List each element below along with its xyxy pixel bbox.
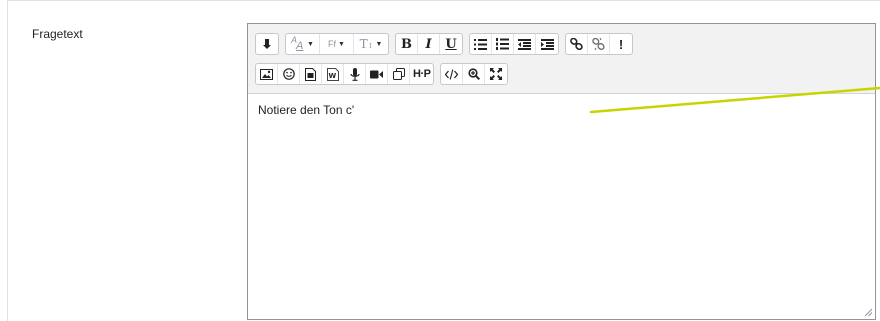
field-label-fragetext: Fragetext	[32, 27, 83, 41]
smiley-icon	[282, 68, 295, 80]
arrow-down-icon	[263, 39, 271, 49]
html-button[interactable]	[441, 64, 464, 84]
bullet-list-icon	[474, 38, 487, 50]
exclamation-button[interactable]: !	[610, 34, 632, 54]
zoom-button[interactable]	[463, 64, 486, 84]
toolbar-group-links: !	[565, 33, 633, 55]
numbered-list-icon	[496, 38, 509, 50]
font-family-button[interactable]: Ff ▼	[320, 34, 354, 54]
unlink-icon	[592, 38, 605, 50]
record-video-button[interactable]	[366, 64, 388, 84]
font-size-icon: T↕	[359, 37, 374, 51]
editor-content[interactable]: Notiere den Ton c'	[258, 103, 354, 117]
image-icon	[260, 68, 273, 80]
link-icon	[570, 38, 583, 50]
unlink-button[interactable]	[588, 34, 610, 54]
toolbar-group-accessibility	[255, 33, 279, 55]
outdent-icon	[518, 38, 531, 50]
h5p-icon: H·P	[413, 68, 431, 80]
editor-toolbar: A A ▼ Ff ▼ T↕ ▼ B I U ! W H·P	[248, 24, 875, 94]
code-icon	[445, 68, 459, 80]
indent-button[interactable]	[536, 34, 558, 54]
video-camera-icon	[370, 70, 383, 78]
word-import-button[interactable]: W	[322, 64, 344, 84]
font-color-icon: A A	[291, 35, 304, 52]
media-button[interactable]	[300, 64, 322, 84]
underline-button[interactable]: U	[440, 34, 462, 54]
toolbar-row-1: A A ▼ Ff ▼ T↕ ▼ B I U !	[255, 33, 639, 55]
outdent-button[interactable]	[514, 34, 536, 54]
toolbar-group-font: A A ▼ Ff ▼ T↕ ▼	[285, 33, 389, 55]
toolbar-group-list	[469, 33, 559, 55]
emoji-button[interactable]	[278, 64, 300, 84]
italic-icon: I	[425, 36, 432, 52]
accessibility-checker-button[interactable]	[256, 34, 278, 54]
bold-icon: B	[401, 36, 412, 52]
microphone-icon	[349, 67, 360, 81]
underline-icon: U	[445, 36, 457, 52]
font-color-button[interactable]: A A ▼	[286, 34, 320, 54]
toolbar-group-media: W H·P	[255, 63, 435, 85]
fullscreen-button[interactable]	[485, 64, 507, 84]
svg-text:W: W	[328, 72, 336, 80]
zoom-icon	[468, 68, 480, 80]
file-icon	[305, 67, 316, 81]
unordered-list-button[interactable]	[470, 34, 492, 54]
image-button[interactable]	[256, 64, 278, 84]
font-family-icon: Ff	[328, 39, 337, 49]
toolbar-group-other	[440, 63, 509, 85]
exclamation-icon: !	[618, 36, 624, 52]
chevron-down-icon: ▼	[307, 40, 314, 48]
chevron-down-icon: ▼	[375, 40, 383, 48]
copy-icon	[392, 68, 405, 80]
indent-icon	[540, 38, 554, 50]
toolbar-group-style: B I U	[395, 33, 463, 55]
link-button[interactable]	[566, 34, 588, 54]
atto-editor: A A ▼ Ff ▼ T↕ ▼ B I U ! W H·P Notiere de…	[247, 23, 876, 320]
h5p-button[interactable]: H·P	[410, 64, 433, 84]
record-audio-button[interactable]	[344, 64, 366, 84]
ordered-list-button[interactable]	[492, 34, 514, 54]
toolbar-row-2: W H·P	[255, 63, 514, 85]
resize-handle-icon[interactable]	[864, 308, 872, 316]
bold-button[interactable]: B	[396, 34, 418, 54]
italic-button[interactable]: I	[418, 34, 440, 54]
word-icon: W	[326, 67, 339, 81]
chevron-down-icon: ▼	[338, 40, 345, 48]
expand-icon	[490, 68, 503, 80]
font-size-button[interactable]: T↕ ▼	[354, 34, 388, 54]
manage-files-button[interactable]	[388, 64, 410, 84]
